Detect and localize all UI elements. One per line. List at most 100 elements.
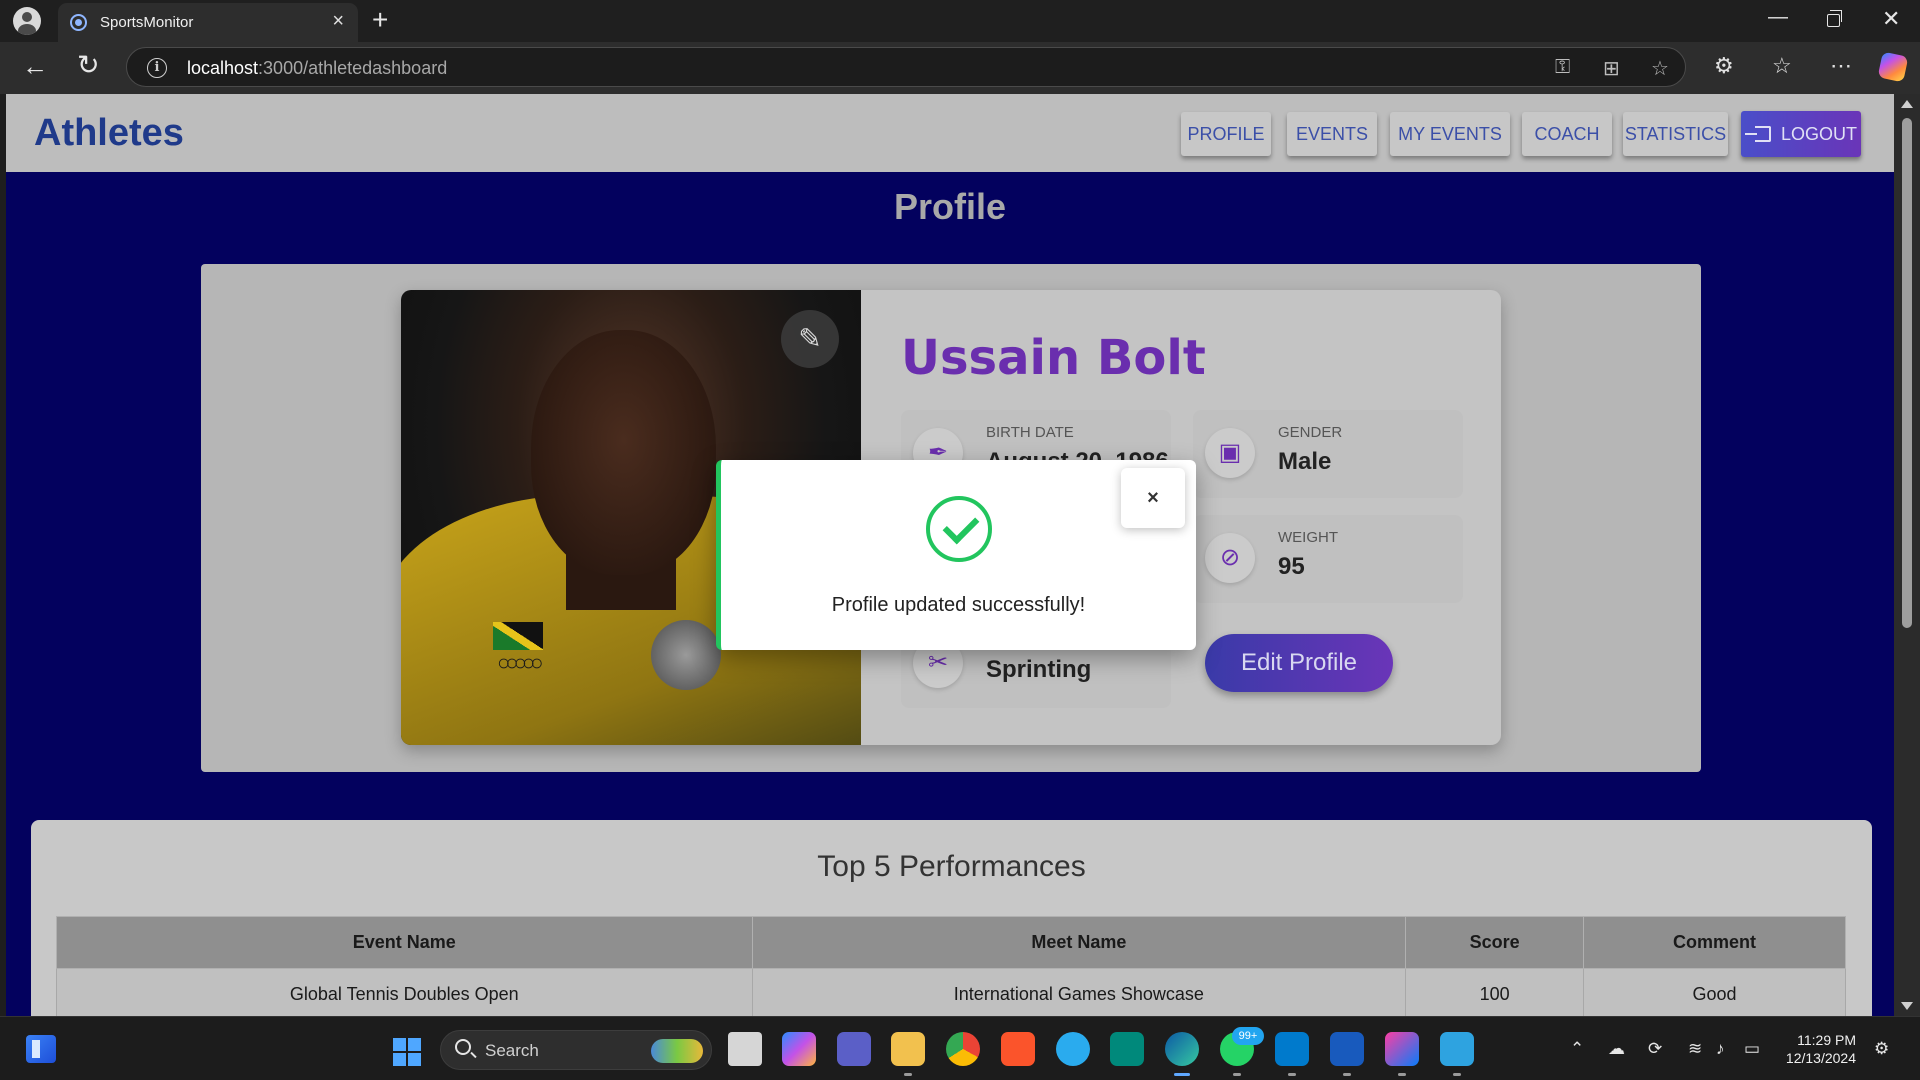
back-arrow-icon[interactable]: ← [22, 52, 48, 80]
wifi-icon[interactable]: ≋ [1688, 1039, 1702, 1059]
task-view-icon[interactable] [728, 1032, 762, 1066]
new-tab-icon[interactable]: + [372, 5, 388, 35]
search-icon [455, 1039, 471, 1055]
nav-my-events-button[interactable]: MY EVENTS [1390, 112, 1510, 156]
top-performances-panel: Top 5 Performances Event Name Meet Name … [31, 820, 1872, 1016]
app-brand[interactable]: Athletes [34, 112, 184, 155]
cell-comment: Good [1583, 968, 1846, 1016]
clock-time: 11:29 PM [1797, 1032, 1856, 1048]
key-icon[interactable]: ⚿ [1555, 56, 1570, 79]
cell-event-name: Global Tennis Doubles Open [56, 968, 753, 1016]
file-explorer-icon[interactable] [891, 1032, 925, 1066]
word-icon[interactable] [1330, 1032, 1364, 1066]
site-info-icon[interactable]: i [147, 58, 167, 78]
app-available-icon[interactable]: ⊞ [1603, 56, 1620, 81]
widgets-icon[interactable] [26, 1035, 56, 1063]
edge-icon[interactable] [1165, 1032, 1199, 1066]
meet-icon[interactable] [1110, 1032, 1144, 1066]
brave-icon[interactable] [1001, 1032, 1035, 1066]
url-host: localhost [187, 58, 259, 78]
tab-close-icon[interactable]: × [332, 11, 344, 31]
scroll-thumb[interactable] [1902, 118, 1912, 628]
cell-score: 100 [1405, 968, 1585, 1016]
window-restore-icon[interactable] [1827, 10, 1842, 27]
modal-close-button[interactable]: × [1121, 468, 1185, 528]
weight-value: 95 [1278, 553, 1305, 580]
cell-meet-name: International Games Showcase [751, 968, 1407, 1016]
notification-center-icon[interactable]: ⚙ [1874, 1039, 1889, 1059]
edit-photo-pencil-icon[interactable]: ✎ [781, 310, 839, 368]
sport-value: Sprinting [986, 656, 1092, 683]
tab-favicon-icon [70, 14, 87, 31]
column-header-meet-name: Meet Name [751, 916, 1407, 969]
jetbrains-icon[interactable] [1385, 1032, 1419, 1066]
nav-statistics-button[interactable]: STATISTICS [1623, 112, 1728, 156]
taskbar-search-box[interactable]: Search [440, 1030, 712, 1070]
column-header-event-name: Event Name [56, 916, 753, 969]
copilot-icon[interactable] [1877, 51, 1909, 83]
volume-icon[interactable]: ♪ [1716, 1039, 1725, 1059]
success-modal: Profile updated successfully! × [716, 460, 1196, 650]
app-navbar: Athletes PROFILE EVENTS MY EVENTS COACH … [6, 94, 1894, 172]
notepad-icon[interactable] [1440, 1032, 1474, 1066]
whatsapp-notification-badge: 99+ [1232, 1027, 1264, 1045]
windows-taskbar: Search 99+ ⌃ ☁ ⟳ ≋ ♪ ▭ 11:29 PM 12/13/20… [0, 1016, 1920, 1080]
column-header-score: Score [1405, 916, 1585, 969]
sync-icon[interactable]: ⟳ [1648, 1039, 1662, 1059]
page-viewport: Athletes PROFILE EVENTS MY EVENTS COACH … [6, 94, 1894, 1016]
nav-events-button[interactable]: EVENTS [1287, 112, 1377, 156]
extensions-icon[interactable]: ⚙ [1714, 53, 1734, 79]
chip-icon: ▣ [1205, 428, 1255, 478]
browser-tab[interactable]: SportsMonitor × [58, 3, 358, 42]
teams-icon[interactable] [837, 1032, 871, 1066]
favorites-icon[interactable]: ☆ [1772, 53, 1792, 79]
table-header-row: Event Name Meet Name Score Comment [56, 916, 1846, 969]
nav-coach-button[interactable]: COACH [1522, 112, 1612, 156]
edit-profile-button[interactable]: Edit Profile [1205, 634, 1393, 692]
onedrive-icon[interactable]: ☁ [1608, 1039, 1625, 1059]
browser-profile-icon[interactable] [13, 7, 41, 35]
birth-date-label: BIRTH DATE [986, 424, 1074, 441]
athlete-name: Ussain Bolt [901, 330, 1206, 386]
photo-flag [493, 622, 543, 650]
battery-icon[interactable]: ▭ [1744, 1039, 1760, 1059]
photo-olympic-rings: ○○○○○ [497, 650, 544, 675]
telegram-icon[interactable] [1056, 1032, 1090, 1066]
taskbar-clock[interactable]: 11:29 PM 12/13/2024 [1780, 1031, 1856, 1067]
gender-label: GENDER [1278, 424, 1343, 441]
browser-toolbar: ← ↻ i localhost:3000/athletedashboard ⚿ … [0, 42, 1920, 94]
weight-label: WEIGHT [1278, 529, 1338, 546]
logout-button[interactable]: LOGOUT [1741, 111, 1861, 157]
clock-date: 12/13/2024 [1785, 1050, 1856, 1066]
vscode-running-dot [1288, 1073, 1296, 1076]
show-hidden-icons-chevron-icon[interactable]: ⌃ [1570, 1039, 1584, 1059]
logout-label: LOGOUT [1781, 124, 1858, 144]
nav-profile-button[interactable]: PROFILE [1181, 112, 1271, 156]
reload-icon[interactable]: ↻ [77, 51, 100, 79]
copilot-app-icon[interactable] [782, 1032, 816, 1066]
search-highlight-art [651, 1039, 703, 1063]
edge-active-dot [1174, 1073, 1190, 1076]
address-bar[interactable]: i localhost:3000/athletedashboard ⚿ ⊞ ☆ [126, 47, 1686, 87]
start-windows-icon[interactable] [393, 1038, 421, 1066]
page-scrollbar[interactable] [1894, 94, 1920, 1016]
table-row: Global Tennis Doubles Open International… [56, 968, 1846, 1016]
favorite-star-icon[interactable]: ☆ [1651, 56, 1669, 81]
performances-title: Top 5 Performances [817, 850, 1086, 883]
window-minimize-icon[interactable]: — [1768, 6, 1788, 29]
window-close-icon[interactable]: ✕ [1882, 6, 1900, 32]
scroll-down-arrow-icon[interactable] [1901, 1002, 1913, 1010]
check-circle-icon [926, 496, 992, 562]
chrome-icon[interactable] [946, 1032, 980, 1066]
vscode-icon[interactable] [1275, 1032, 1309, 1066]
scroll-up-arrow-icon[interactable] [1901, 100, 1913, 108]
url-text[interactable]: localhost:3000/athletedashboard [187, 58, 447, 79]
jetbrains-running-dot [1398, 1073, 1406, 1076]
photo-face [531, 330, 716, 575]
word-running-dot [1343, 1073, 1351, 1076]
success-message: Profile updated successfully! [831, 594, 1086, 616]
page-title: Profile [893, 186, 1007, 227]
gender-value: Male [1278, 448, 1332, 475]
tab-title: SportsMonitor [100, 14, 194, 31]
more-options-icon[interactable]: ⋯ [1830, 53, 1852, 79]
